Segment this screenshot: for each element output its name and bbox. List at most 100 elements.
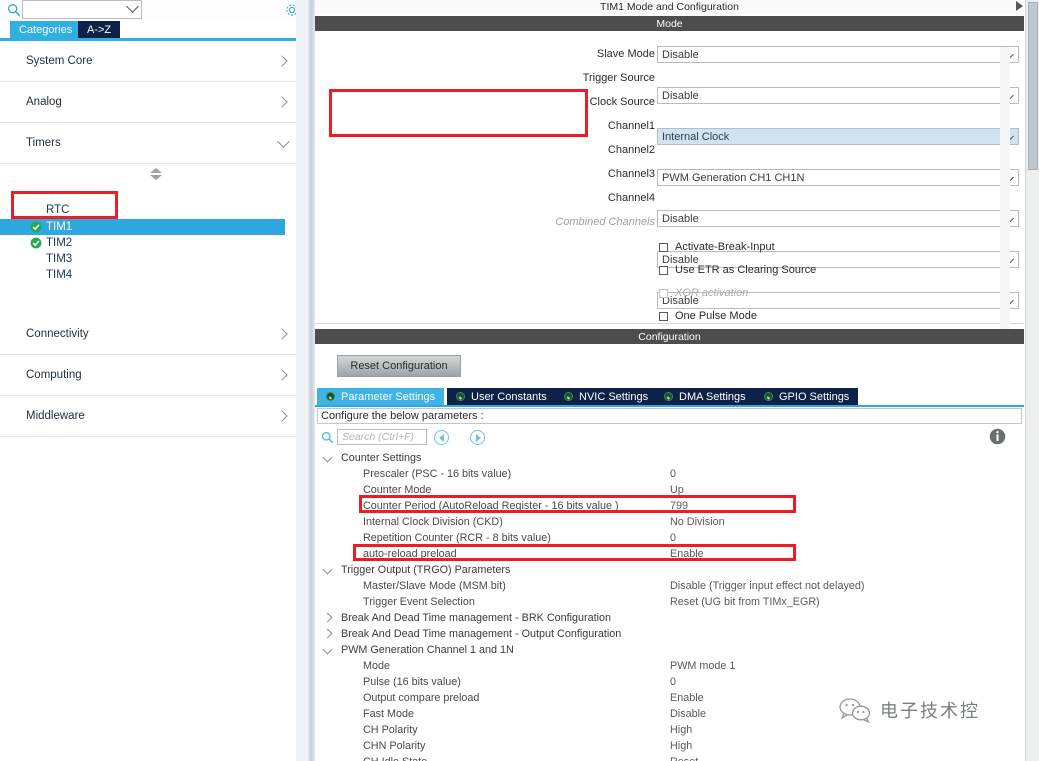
category-label: Connectivity <box>26 328 89 340</box>
param-group-pwm-generation-ch1-ch1n[interactable]: PWM Generation Channel 1 and 1N <box>315 642 1024 658</box>
param-name: Repetition Counter (RCR - 8 bits value) <box>363 532 551 544</box>
parameter-search-row: Search (Ctrl+F) <box>315 428 1024 448</box>
page-title-text: TIM1 Mode and Configuration <box>600 1 739 13</box>
param-row-counter-mode[interactable]: Counter Mode Up <box>315 482 1024 498</box>
param-group-output-configuration[interactable]: Break And Dead Time management - Output … <box>315 626 1024 642</box>
param-value: PWM mode 1 <box>670 660 736 672</box>
tab-nvic-settings[interactable]: NVIC Settings <box>555 388 659 405</box>
search-icon <box>321 431 334 444</box>
param-group-counter-settings[interactable]: Counter Settings <box>315 450 1024 466</box>
combo-channel1[interactable]: PWM Generation CH1 CH1N <box>657 169 1019 186</box>
mode-section-scrollbar[interactable] <box>1000 47 1010 355</box>
param-row-ch-idle-state[interactable]: CH Idle State Reset <box>315 754 1024 761</box>
param-row-chn-polarity[interactable]: CHN Polarity High <box>315 738 1024 754</box>
label-channel1: Channel1 <box>607 120 655 132</box>
param-group-trigger-output[interactable]: Trigger Output (TRGO) Parameters <box>315 562 1024 578</box>
category-analog[interactable]: Analog <box>0 82 308 123</box>
param-name: Break And Dead Time management - Output … <box>341 628 622 640</box>
reset-configuration-button[interactable]: Reset Configuration <box>337 355 461 377</box>
param-name: PWM Generation Channel 1 and 1N <box>341 644 514 656</box>
checkbox-one-pulse-mode[interactable]: One Pulse Mode <box>659 309 757 323</box>
combo-clock-source-value: Internal Clock <box>662 130 730 143</box>
param-row-counter-period[interactable]: Counter Period (AutoReload Register - 16… <box>315 498 1024 514</box>
checkbox-activate-break-input[interactable]: Activate-Break-Input <box>659 240 775 254</box>
param-name: Trigger Event Selection <box>363 596 475 608</box>
tab-categories[interactable]: Categories <box>10 21 82 38</box>
chevron-left-icon <box>438 433 444 442</box>
checkbox-box <box>659 288 668 298</box>
scroll-down-icon[interactable] <box>150 175 162 180</box>
category-connectivity[interactable]: Connectivity <box>0 314 308 355</box>
checkbox-box <box>659 311 668 321</box>
param-row-auto-reload-preload[interactable]: auto-reload preload Enable <box>315 546 1024 562</box>
panel-splitter[interactable] <box>308 0 315 761</box>
expand-arrow-icon[interactable] <box>1016 1 1023 11</box>
tab-a-to-z[interactable]: A->Z <box>78 21 121 38</box>
search-prev-button[interactable] <box>434 430 449 445</box>
ip-item-tim1[interactable]: TIM1 <box>0 219 285 235</box>
tab-user-constants[interactable]: User Constants <box>447 388 557 405</box>
combo-trigger-source[interactable]: Disable <box>657 87 1019 104</box>
param-name: Counter Mode <box>363 484 432 496</box>
checkbox-box <box>659 242 668 252</box>
chevron-right-icon <box>475 433 481 442</box>
param-row-pulse[interactable]: Pulse (16 bits value) 0 <box>315 674 1024 690</box>
category-label: Computing <box>26 369 82 381</box>
param-name: Prescaler (PSC - 16 bits value) <box>363 468 512 480</box>
param-name: CH Polarity <box>363 724 418 736</box>
param-value: High <box>670 740 693 752</box>
chevron-right-icon <box>276 55 288 68</box>
chevron-right-icon <box>276 369 288 382</box>
category-system-core[interactable]: System Core <box>0 41 308 82</box>
ip-item-tim4[interactable]: TIM4 <box>0 267 308 283</box>
reset-configuration-label: Reset Configuration <box>350 360 448 372</box>
param-value: High <box>670 724 693 736</box>
chevron-right-icon <box>276 410 288 423</box>
status-dot-icon <box>664 392 673 401</box>
tab-dma-settings[interactable]: DMA Settings <box>655 388 756 405</box>
configuration-tab-underline <box>315 405 1024 407</box>
param-name: CHN Polarity <box>363 740 426 752</box>
param-row-pwm-mode[interactable]: Mode PWM mode 1 <box>315 658 1024 674</box>
tab-parameter-settings-label: Parameter Settings <box>341 390 436 403</box>
chevron-down-icon <box>277 135 290 148</box>
tab-parameter-settings[interactable]: Parameter Settings <box>317 388 446 405</box>
label-channel2: Channel2 <box>607 144 655 156</box>
param-row-prescaler[interactable]: Prescaler (PSC - 16 bits value) 0 <box>315 466 1024 482</box>
param-row-ch-polarity[interactable]: CH Polarity High <box>315 722 1024 738</box>
search-icon <box>8 4 21 17</box>
param-row-master-slave-mode[interactable]: Master/Slave Mode (MSM bit) Disable (Tri… <box>315 578 1024 594</box>
param-row-internal-clock-division[interactable]: Internal Clock Division (CKD) No Divisio… <box>315 514 1024 530</box>
param-group-brk-configuration[interactable]: Break And Dead Time management - BRK Con… <box>315 610 1024 626</box>
check-circle-icon <box>30 237 42 249</box>
ip-item-rtc[interactable]: RTC <box>0 202 308 218</box>
combo-clock-source[interactable]: Internal Clock <box>657 128 1019 145</box>
app-window: Categories A->Z System Core Analog Timer… <box>0 0 1039 761</box>
scroll-up-icon[interactable] <box>150 168 162 173</box>
param-row-trigger-event-selection[interactable]: Trigger Event Selection Reset (UG bit fr… <box>315 594 1024 610</box>
ip-item-label: TIM4 <box>46 269 73 281</box>
left-panel-scrollbar[interactable] <box>296 0 308 761</box>
ip-item-tim2[interactable]: TIM2 <box>0 235 308 251</box>
status-dot-icon <box>764 392 773 401</box>
search-next-button[interactable] <box>470 430 485 445</box>
mcu-search-combo[interactable] <box>22 0 142 19</box>
category-computing[interactable]: Computing <box>0 355 308 396</box>
ip-item-label: TIM2 <box>46 237 73 249</box>
category-timers[interactable]: Timers <box>0 123 308 164</box>
right-panel-scrollbar[interactable] <box>1025 0 1039 761</box>
ip-item-label: RTC <box>46 204 70 216</box>
param-row-repetition-counter[interactable]: Repetition Counter (RCR - 8 bits value) … <box>315 530 1024 546</box>
info-icon[interactable] <box>989 428 1006 445</box>
combo-slave-mode[interactable]: Disable <box>657 46 1019 63</box>
scrollbar-thumb[interactable] <box>1028 2 1038 170</box>
parameter-search-input[interactable]: Search (Ctrl+F) <box>337 429 427 445</box>
combo-channel2[interactable]: Disable <box>657 210 1019 227</box>
chevron-down-icon <box>322 452 333 463</box>
configuration-tab-strip: Parameter Settings User Constants NVIC S… <box>315 388 1024 405</box>
checkbox-use-etr-as-clearing-source[interactable]: Use ETR as Clearing Source <box>659 263 816 277</box>
param-value: Reset <box>670 756 698 761</box>
category-middleware[interactable]: Middleware <box>0 396 308 437</box>
tab-gpio-settings[interactable]: GPIO Settings <box>755 388 860 405</box>
ip-item-tim3[interactable]: TIM3 <box>0 251 308 267</box>
